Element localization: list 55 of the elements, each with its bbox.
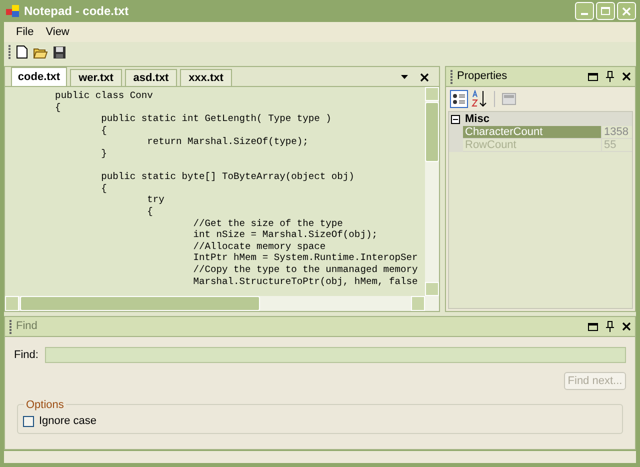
window-icon[interactable] — [588, 72, 598, 80]
categorized-icon[interactable] — [450, 90, 468, 108]
vertical-scrollbar[interactable] — [425, 87, 439, 296]
code-line: { — [146, 206, 154, 218]
close-icon[interactable] — [622, 322, 631, 331]
checkbox[interactable] — [23, 416, 34, 427]
window-title: Notepad - code.txt — [24, 3, 130, 20]
file-tab[interactable]: code.txt — [11, 67, 67, 86]
find-field[interactable] — [45, 347, 626, 364]
code-line: //Get the size of the type — [192, 218, 344, 230]
maximize-icon — [601, 7, 610, 15]
file-tab[interactable]: xxx.txt — [180, 69, 232, 86]
code-line: public static int GetLength( Type type ) — [100, 113, 332, 125]
horizontal-scrollbar[interactable] — [5, 296, 439, 311]
code-line: try — [146, 194, 166, 206]
panel-title: Find — [16, 319, 38, 334]
property-value: 55 — [602, 139, 632, 152]
code-line: { — [100, 182, 108, 194]
menu-item[interactable]: View — [46, 24, 70, 40]
new-file-icon[interactable] — [16, 45, 28, 59]
pin-icon[interactable] — [606, 321, 614, 332]
window-icon[interactable] — [588, 322, 598, 330]
pin-icon[interactable] — [606, 71, 614, 82]
close-icon[interactable] — [622, 72, 631, 81]
code-line: return Marshal.SizeOf(type); — [146, 136, 310, 148]
file-tab[interactable]: wer.txt — [70, 69, 122, 86]
code-line: public class Conv — [54, 90, 154, 102]
minimize-icon — [581, 13, 588, 15]
grip-icon[interactable] — [9, 320, 12, 334]
close-icon[interactable] — [420, 72, 429, 82]
sort-icon[interactable] — [471, 90, 487, 108]
grip-icon[interactable] — [450, 70, 453, 84]
collapse-icon[interactable] — [451, 114, 460, 124]
property-value: 1358 — [602, 126, 632, 139]
save-icon[interactable] — [53, 46, 66, 58]
code-line: } — [100, 148, 108, 160]
code-line: //Allocate memory space — [192, 240, 327, 252]
code-line: int nSize = Marshal.SizeOf(obj); — [192, 229, 378, 241]
find-label: Find: — [14, 348, 38, 363]
folder-icon[interactable] — [33, 46, 48, 58]
panel-title: Properties — [457, 69, 508, 84]
code-line: { — [100, 124, 108, 136]
grip-icon[interactable] — [8, 45, 11, 59]
code-line: //Copy the type to the unmanaged memory — [192, 264, 419, 276]
category-label: Misc — [465, 112, 490, 127]
close-icon — [622, 6, 631, 16]
checkbox-label: Ignore case — [39, 414, 96, 430]
code-line: { — [54, 102, 62, 114]
menu-item[interactable]: File — [16, 24, 34, 40]
code-line: Marshal.StructureToPtr(obj, hMem, false — [192, 276, 419, 288]
file-tab[interactable]: asd.txt — [125, 69, 177, 86]
code-line: public static byte[] ToByteArray(object obj) — [100, 170, 356, 183]
code-line: IntPtr hMem = System.Runtime.InteropSer — [192, 252, 419, 264]
dropdown-icon[interactable] — [401, 75, 408, 79]
app-icon — [6, 4, 20, 18]
